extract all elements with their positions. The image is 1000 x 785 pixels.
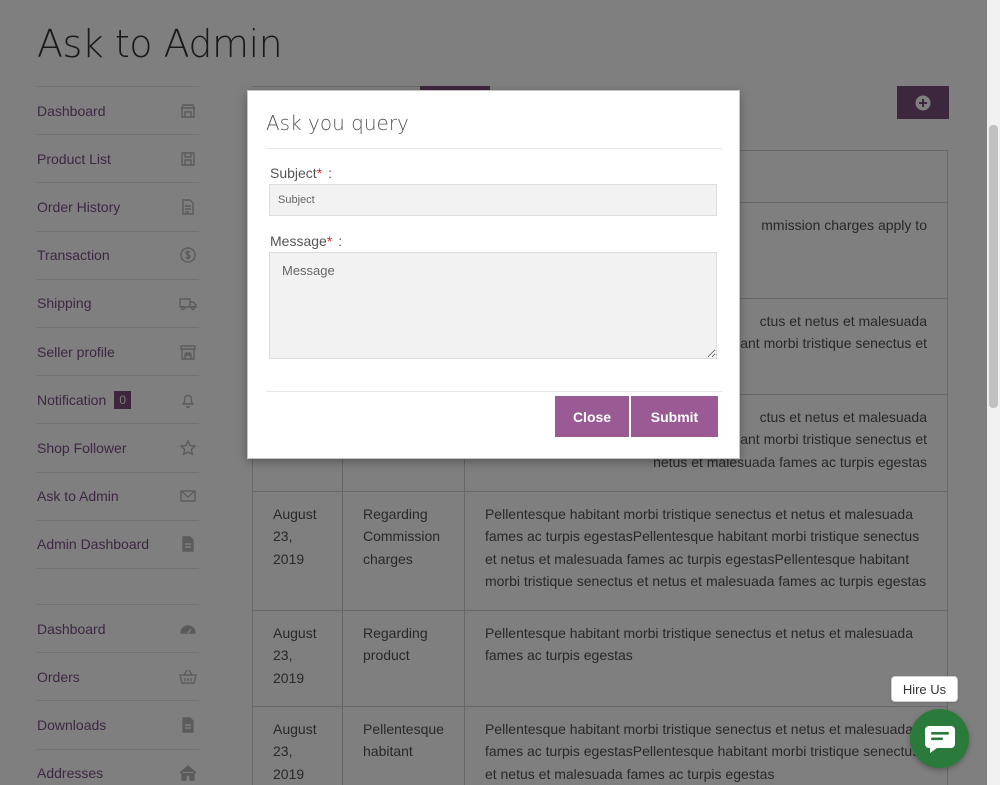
hire-us-tooltip[interactable]: Hire Us — [891, 676, 958, 702]
label-colon: : — [338, 233, 343, 249]
modal-footer-divider — [266, 391, 722, 392]
subject-label-text: Subject — [270, 165, 317, 181]
modal-title: Ask you query — [266, 111, 409, 135]
chat-bubble-icon — [924, 725, 955, 753]
subject-label: Subject*: — [270, 165, 332, 181]
submit-button[interactable]: Submit — [631, 396, 718, 437]
page-scrollbar[interactable] — [987, 0, 1000, 785]
subject-input[interactable] — [269, 184, 717, 216]
ask-query-modal: Ask you query Subject*: Message*: Close … — [247, 90, 740, 459]
message-textarea[interactable] — [269, 252, 717, 359]
modal-header-divider — [266, 148, 722, 149]
close-button[interactable]: Close — [555, 396, 629, 437]
message-label: Message*: — [270, 233, 342, 249]
required-mark: * — [316, 165, 323, 181]
message-label-text: Message — [270, 233, 327, 249]
required-mark: * — [326, 233, 333, 249]
chat-launcher-button[interactable] — [910, 709, 969, 768]
label-colon: : — [328, 165, 333, 181]
scrollbar-thumb[interactable] — [989, 125, 998, 408]
